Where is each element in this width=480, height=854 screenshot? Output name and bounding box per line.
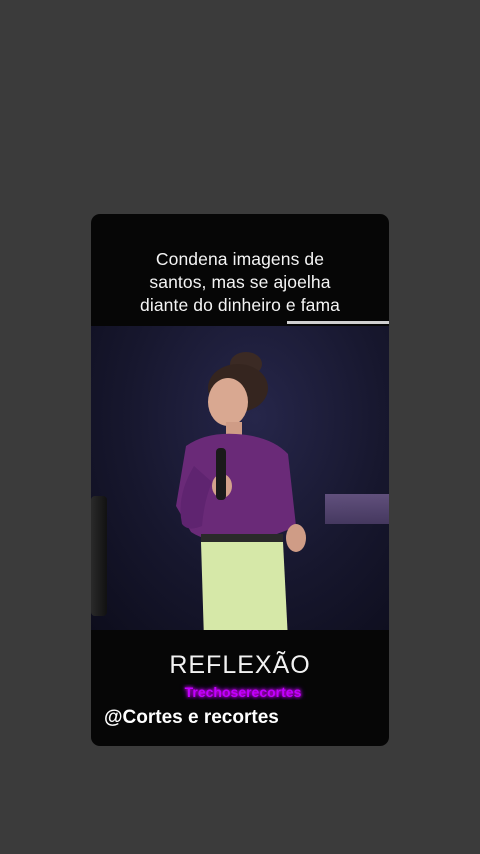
title-box: REFLEXÃO [91,650,389,680]
caption-line: santos, mas se ajoelha [149,272,331,292]
caption-line: diante do dinheiro e fama [140,295,340,315]
caption-text: Condena imagens de santos, mas se ajoelh… [91,248,389,317]
video-card[interactable]: Condena imagens de santos, mas se ajoelh… [91,214,389,746]
story-page: Condena imagens de santos, mas se ajoelh… [0,0,480,854]
guitar-shape [91,496,107,616]
title-text: REFLEXÃO [169,651,311,679]
speaker-figure [176,352,306,630]
progress-bar [287,321,389,324]
watermark-text: Trechoserecortes [184,684,302,700]
stage-shelf [325,494,389,524]
video-frame[interactable] [91,326,389,630]
caption-line: Condena imagens de [155,249,325,269]
channel-handle: @Cortes e recortes [104,707,279,728]
